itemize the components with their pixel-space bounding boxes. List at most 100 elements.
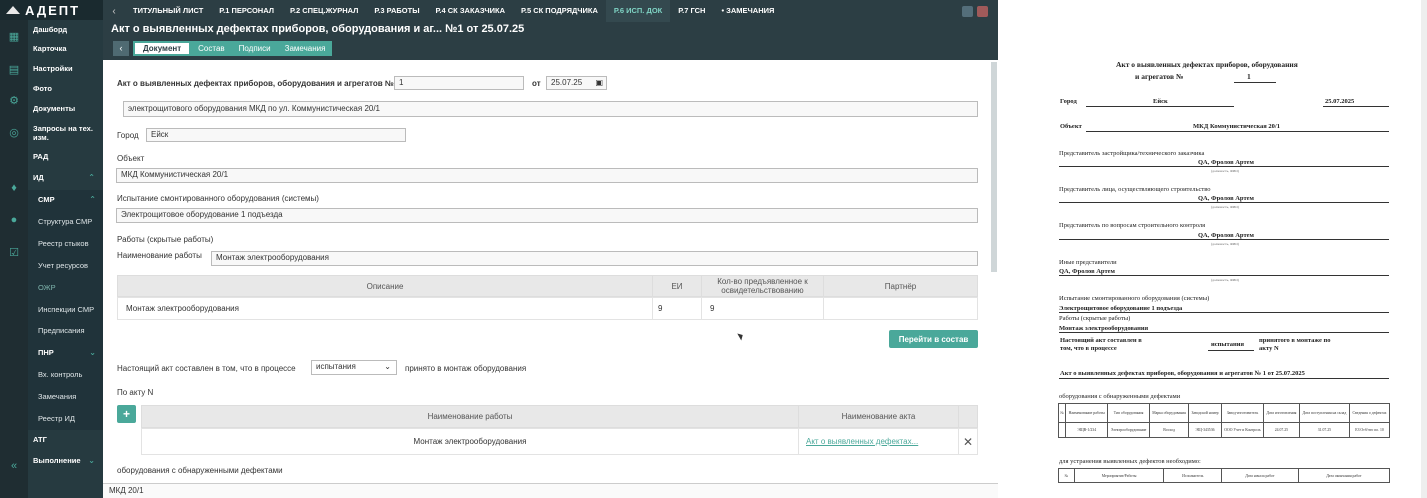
sidebar-item-smr[interactable]: СМР ⌃ <box>38 195 98 204</box>
tab-exec-docs[interactable]: Р.6 ИСП. ДОК <box>605 0 671 22</box>
scrollbar[interactable] <box>991 62 997 272</box>
works-label: Работы (скрытые работы) <box>117 235 214 244</box>
doc-th: Марка оборудования <box>1148 403 1190 423</box>
logo-icon <box>6 6 20 14</box>
doc-rep2-label: Представитель лица, осуществляющего стро… <box>1059 186 1211 193</box>
sidebar-item-registry[interactable]: Реестр ИД <box>38 414 106 423</box>
sidebar-item-inspections[interactable]: Инспекции СМР <box>38 305 106 314</box>
cell-description: Монтаж электрооборудования <box>117 297 653 320</box>
tab-gsn[interactable]: Р.7 ГСН <box>670 0 713 22</box>
collapse-icon[interactable]: « <box>7 459 21 473</box>
icon-rail: ▦ ▤ ⚙ ◎ ♦ ● ☑ « <box>0 0 28 498</box>
gear-icon[interactable]: ⚙ <box>7 93 21 107</box>
back-button[interactable]: ‹ <box>113 41 129 56</box>
sidebar-item-card[interactable]: Карточка <box>33 44 101 53</box>
doc-rep1-value: QA, Фролов Артем <box>1198 159 1254 166</box>
process-select[interactable]: испытания ⌄ <box>311 360 397 375</box>
date-input[interactable]: 25.07.25 ▣ <box>546 76 607 90</box>
subtab-signatures[interactable]: Подписи <box>232 41 278 56</box>
sidebar-item-id[interactable]: ИД ⌃ <box>33 173 101 182</box>
sidebar-item-ozhr[interactable]: ОЖР <box>38 283 106 292</box>
chevron-down-icon: ⌄ <box>384 362 391 371</box>
word-icon[interactable] <box>962 5 973 17</box>
sidebar-item-pnr[interactable]: ПНР ⌄ <box>38 348 98 357</box>
settings-alt-icon[interactable]: ◎ <box>7 125 21 139</box>
chevron-down-icon: ⌄ <box>89 348 96 357</box>
doc-position-caption: (должность, ФИО) <box>1211 205 1239 209</box>
sidebar-item-settings[interactable]: Настройки <box>33 64 101 73</box>
from-label: от <box>532 79 541 88</box>
subtab-remarks[interactable]: Замечания <box>278 41 333 56</box>
bell-icon[interactable]: ♦ <box>7 181 21 195</box>
doc-position-caption: (должность, ФИО) <box>1211 169 1239 173</box>
sidebar-item-photo[interactable]: Фото <box>33 84 101 93</box>
sidebar-item-execution[interactable]: Выполнение ⌄ <box>33 456 101 465</box>
act-link[interactable]: Акт о выявленных дефектах... <box>798 428 959 455</box>
cell-unit: 9 <box>652 297 702 320</box>
sidebar-item-remarks[interactable]: Замечания <box>38 392 106 401</box>
doc-rule <box>1059 275 1389 276</box>
sidebar-item-rad[interactable]: РАД <box>33 152 101 161</box>
add-button[interactable]: + <box>117 405 136 423</box>
work-name-input[interactable]: Монтаж электрооборудования <box>211 251 978 266</box>
doc-object-label: Объект <box>1060 123 1082 130</box>
tab-contractor-control[interactable]: Р.5 СК ПОДРЯДЧИКА <box>513 0 606 22</box>
user-icon[interactable]: ● <box>7 213 21 227</box>
doc-rule <box>1059 332 1389 333</box>
sidebar-item-label: Выполнение <box>33 456 81 465</box>
sidebar-item-dashboard[interactable]: Дашборд <box>33 25 101 34</box>
work-name-label: Наименование работы <box>117 251 202 260</box>
doc-rep4-value: QA, Фролов Артем <box>1059 268 1115 275</box>
subject-field[interactable]: электрощитового оборудования МКД по ул. … <box>123 101 978 117</box>
tab-works[interactable]: Р.3 РАБОТЫ <box>366 0 427 22</box>
col-quantity: Кол-во предъявленное к освидетельствован… <box>701 275 824 297</box>
dashboard-icon[interactable]: ▦ <box>7 29 21 43</box>
tab-title-page[interactable]: ТИТУЛЬНЫЙ ЛИСТ <box>125 0 211 22</box>
city-input[interactable]: Ейск <box>146 128 406 142</box>
goto-composition-button[interactable]: Перейти в состав <box>889 330 978 348</box>
doc-rule <box>1086 131 1389 132</box>
title-bar: Акт о выявленных дефектах приборов, обор… <box>103 22 998 60</box>
doc-process-value: испытания <box>1211 341 1244 348</box>
document-icon[interactable]: ▤ <box>7 62 21 76</box>
document-preview: Акт о выявленных дефектах приборов, обор… <box>998 0 1427 498</box>
delete-icon[interactable]: ✕ <box>958 428 978 455</box>
checklist-icon[interactable]: ☑ <box>7 245 21 259</box>
back-icon[interactable]: ‹ <box>103 6 125 17</box>
doc-th: Сведения о дефектах <box>1349 403 1390 423</box>
doc-td <box>1057 422 1067 438</box>
pdf-icon[interactable] <box>977 5 988 17</box>
calendar-icon[interactable]: ▣ <box>595 77 603 89</box>
sidebar-item-label: ПНР <box>38 348 54 357</box>
doc-title-line2: и агрегатов № <box>1135 72 1184 81</box>
sidebar-item-resources[interactable]: Учет ресурсов <box>38 261 106 270</box>
sidebar-item-label: СМР <box>38 195 55 204</box>
subtab-document[interactable]: Документ <box>135 43 190 54</box>
sidebar-item-smr-structure[interactable]: Структура СМР <box>38 217 106 226</box>
col-unit: ЕИ <box>652 275 702 297</box>
test-field[interactable]: Электрощитовое оборудование 1 подъезда <box>116 208 978 223</box>
act-number-input[interactable]: 1 <box>394 76 524 90</box>
doc-city-label: Город <box>1060 98 1077 105</box>
tab-special-journal[interactable]: Р.2 СПЕЦ.ЖУРНАЛ <box>282 0 366 22</box>
preview-scrollbar[interactable] <box>1421 0 1427 498</box>
brand-name: АДЕПТ <box>25 2 81 18</box>
tab-remarks[interactable]: • ЗАМЕЧАНИЯ <box>713 0 782 22</box>
sidebar-item-joints[interactable]: Реестр стыков <box>38 239 106 248</box>
sidebar-item-atg[interactable]: АТГ <box>33 435 101 444</box>
doc-date: 25.07.2025 <box>1325 98 1355 105</box>
logo: АДЕПТ <box>0 0 103 20</box>
sidebar-item-control[interactable]: Вх. контроль <box>38 370 106 379</box>
sidebar-item-documents[interactable]: Документы <box>33 104 101 113</box>
object-field[interactable]: МКД Коммунистическая 20/1 <box>116 168 978 183</box>
tab-customer-control[interactable]: Р.4 СК ЗАКАЗЧИКА <box>428 0 513 22</box>
cell-work: Монтаж электрооборудования <box>141 428 799 455</box>
doc-td: Восход <box>1148 422 1190 438</box>
tab-personnel[interactable]: Р.1 ПЕРСОНАЛ <box>211 0 282 22</box>
page-title: Акт о выявленных дефектах приборов, обор… <box>111 23 525 35</box>
subtab-composition[interactable]: Состав <box>191 41 232 56</box>
doc-rep2-value: QA, Фролов Артем <box>1198 195 1254 202</box>
doc-process-tail: принятого в монтаже по акту N <box>1259 337 1331 352</box>
sidebar-item-prescriptions[interactable]: Предписания <box>38 326 106 335</box>
sidebar-item-requests[interactable]: Запросы на тех. изм. <box>33 124 101 142</box>
